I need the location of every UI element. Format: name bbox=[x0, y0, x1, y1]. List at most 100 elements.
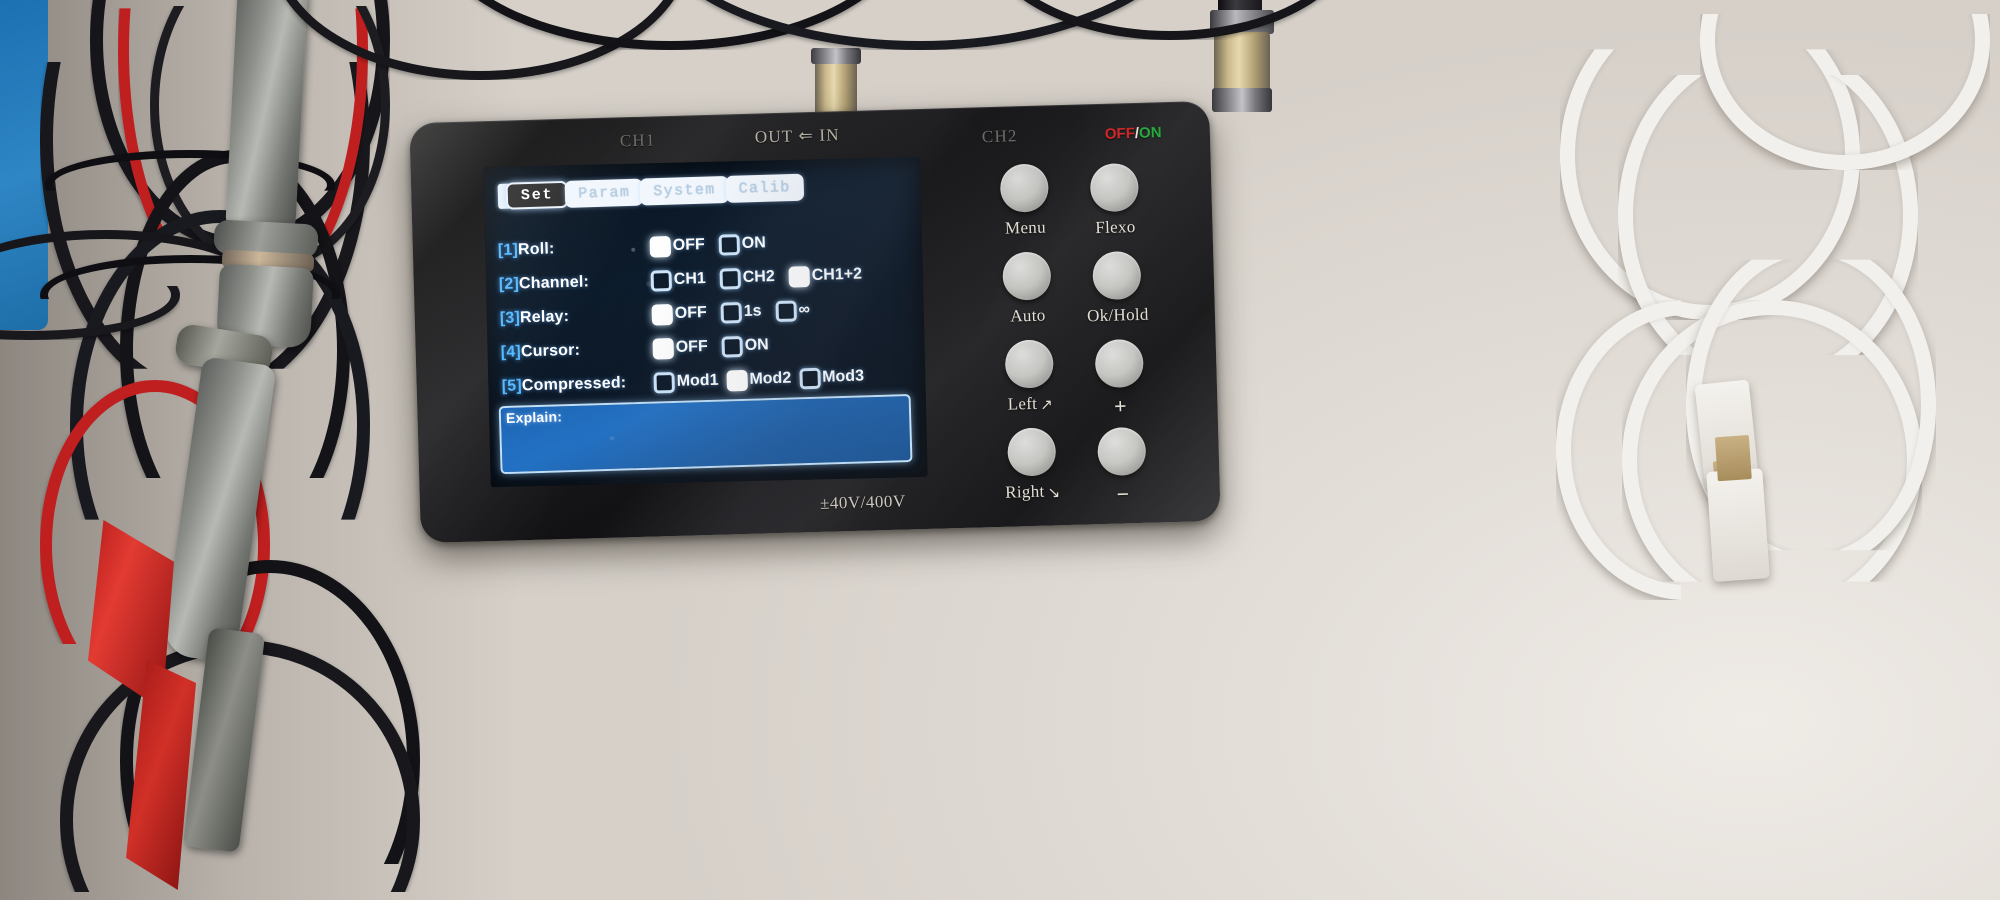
checkbox-channel-ch1[interactable] bbox=[650, 269, 673, 292]
tab-system[interactable]: System bbox=[639, 175, 730, 206]
option-label-cursor-on: ON bbox=[744, 336, 769, 354]
label-voltage-rating: ±40V/400V bbox=[819, 491, 906, 513]
label-power-on: ON bbox=[1138, 124, 1162, 142]
row-label-compressed: [5]Compressed: bbox=[502, 374, 654, 396]
label-ch2: CH2 bbox=[981, 126, 1018, 147]
option-label-relay-1s: 1s bbox=[743, 302, 762, 320]
option-label-relay-off: OFF bbox=[674, 304, 707, 322]
checkbox-compressed-mod1[interactable] bbox=[653, 371, 676, 394]
checkbox-compressed-mod3[interactable] bbox=[798, 367, 821, 389]
button-pad: Menu Flexo Auto Ok/Hold Left ↗ + Right ↘… bbox=[977, 160, 1174, 507]
row-index-1: [1] bbox=[497, 241, 519, 260]
option-label-channel-ch1: CH1 bbox=[673, 270, 707, 288]
checkbox-channel-ch2[interactable] bbox=[719, 267, 742, 290]
settings-menu: [1]Roll: OFF ON [2]Channel: CH1 CH2 CH1+… bbox=[497, 222, 914, 404]
button-right[interactable]: Right ↘ bbox=[984, 427, 1080, 504]
option-compressed-mod3[interactable]: Mod3 bbox=[798, 366, 865, 389]
button-right-text: Right bbox=[1004, 481, 1045, 502]
button-auto-label: Auto bbox=[1010, 305, 1046, 326]
button-left[interactable]: Left ↗ bbox=[982, 339, 1078, 416]
row-text-channel: Channel: bbox=[518, 273, 590, 293]
option-cursor-off[interactable]: OFF bbox=[652, 337, 708, 360]
button-right-label: Right ↘ bbox=[986, 481, 1081, 504]
button-ok-hold-label: Ok/Hold bbox=[1086, 304, 1149, 326]
option-roll-off[interactable]: OFF bbox=[649, 235, 706, 258]
tab-bar: Set Param System Calib bbox=[497, 173, 805, 210]
option-label-roll-off: OFF bbox=[672, 236, 706, 254]
row-label-roll: [1]Roll: bbox=[498, 238, 650, 260]
button-auto-cap[interactable] bbox=[1002, 251, 1052, 301]
option-label-cursor-off: OFF bbox=[675, 338, 708, 356]
option-compressed-mod1[interactable]: Mod1 bbox=[653, 370, 719, 394]
button-minus[interactable]: − bbox=[1074, 426, 1170, 509]
explain-label: Explain: bbox=[505, 408, 563, 426]
button-auto[interactable]: Auto bbox=[979, 251, 1075, 328]
button-right-cap[interactable] bbox=[1007, 427, 1057, 477]
checkbox-relay-off[interactable] bbox=[651, 303, 674, 326]
label-power-off: OFF bbox=[1104, 124, 1136, 143]
option-label-roll-on: ON bbox=[741, 234, 766, 252]
tab-set[interactable]: Set bbox=[505, 180, 569, 210]
label-out-in: OUT ⇐ IN bbox=[754, 125, 840, 147]
option-label-channel-ch1plus2: CH1+2 bbox=[811, 265, 863, 284]
option-channel-ch1plus2[interactable]: CH1+2 bbox=[788, 264, 863, 288]
button-plus-cap[interactable] bbox=[1094, 338, 1144, 389]
oscilloscope-device: CH1 OUT ⇐ IN CH2 OFF/ON ±40V/400V Set Pa… bbox=[409, 100, 1221, 544]
button-flexo-cap[interactable] bbox=[1089, 162, 1140, 213]
button-menu[interactable]: Menu bbox=[977, 163, 1073, 240]
option-relay-1s[interactable]: 1s bbox=[720, 301, 762, 324]
option-relay-infinite[interactable]: ∞ bbox=[775, 299, 811, 322]
button-minus-label: − bbox=[1116, 481, 1130, 507]
option-channel-ch2[interactable]: CH2 bbox=[719, 267, 775, 290]
row-label-relay: [3]Relay: bbox=[500, 306, 652, 328]
screen-dust-1 bbox=[631, 247, 636, 252]
arrow-down-right-icon: ↘ bbox=[1047, 485, 1061, 502]
button-ok-hold[interactable]: Ok/Hold bbox=[1069, 250, 1165, 327]
button-ok-hold-cap[interactable] bbox=[1092, 250, 1142, 301]
button-plus-label: + bbox=[1113, 393, 1128, 419]
option-relay-off[interactable]: OFF bbox=[651, 303, 707, 326]
usb-connector-b bbox=[1706, 435, 1770, 582]
button-left-cap[interactable] bbox=[1004, 339, 1054, 389]
option-channel-ch1[interactable]: CH1 bbox=[650, 269, 706, 292]
option-cursor-on[interactable]: ON bbox=[721, 335, 769, 358]
lcd-screen: Set Param System Calib [1]Roll: OFF ON [… bbox=[483, 156, 928, 488]
checkbox-cursor-on[interactable] bbox=[721, 335, 744, 358]
checkbox-relay-1s[interactable] bbox=[720, 301, 743, 324]
explain-text bbox=[509, 418, 902, 468]
button-menu-cap[interactable] bbox=[999, 163, 1050, 213]
photo-scene: 0019 CH1 OUT ⇐ IN CH2 OFF/ON ±40V/400V S… bbox=[0, 0, 2000, 900]
tab-calib[interactable]: Calib bbox=[725, 173, 805, 203]
checkbox-roll-off[interactable] bbox=[649, 235, 672, 258]
row-text-relay: Relay: bbox=[519, 307, 570, 327]
checkbox-relay-infinite[interactable] bbox=[775, 299, 797, 322]
row-text-roll: Roll: bbox=[517, 240, 555, 259]
button-flexo[interactable]: Flexo bbox=[1067, 162, 1163, 239]
row-index-4: [4] bbox=[500, 343, 522, 361]
option-label-compressed-mod3: Mod3 bbox=[821, 367, 865, 386]
tab-param[interactable]: Param bbox=[564, 178, 644, 208]
checkbox-cursor-off[interactable] bbox=[652, 337, 675, 360]
row-text-cursor: Cursor: bbox=[520, 341, 581, 361]
option-label-compressed-mod2: Mod2 bbox=[749, 369, 792, 388]
button-plus[interactable]: + bbox=[1072, 338, 1168, 421]
checkbox-channel-ch1plus2[interactable] bbox=[788, 265, 811, 288]
button-flexo-label: Flexo bbox=[1095, 217, 1136, 238]
label-power-switch: OFF/ON bbox=[1105, 124, 1162, 143]
row-label-cursor: [4]Cursor: bbox=[501, 340, 653, 362]
arrow-up-right-icon: ↗ bbox=[1040, 397, 1054, 414]
row-index-3: [3] bbox=[499, 309, 521, 327]
option-label-channel-ch2: CH2 bbox=[742, 268, 776, 286]
option-roll-on[interactable]: ON bbox=[718, 233, 766, 256]
button-minus-cap[interactable] bbox=[1097, 426, 1147, 477]
row-index-5: [5] bbox=[501, 377, 523, 395]
option-compressed-mod2[interactable]: Mod2 bbox=[726, 368, 791, 391]
checkbox-compressed-mod2[interactable] bbox=[726, 369, 748, 391]
checkbox-roll-on[interactable] bbox=[718, 233, 741, 256]
explain-panel: Explain: bbox=[498, 393, 913, 475]
row-label-channel: [2]Channel: bbox=[499, 272, 651, 294]
option-label-relay-infinite: ∞ bbox=[798, 301, 811, 319]
button-left-text: Left bbox=[1007, 393, 1038, 414]
button-left-label: Left ↗ bbox=[983, 393, 1078, 416]
row-text-compressed: Compressed: bbox=[521, 374, 627, 395]
